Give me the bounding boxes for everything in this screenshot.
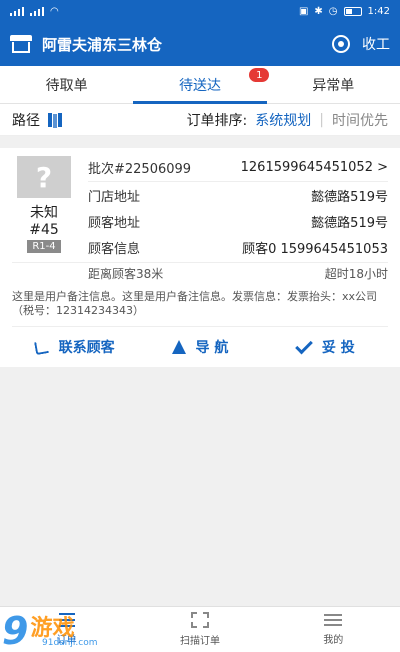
tab-pending-delivery[interactable]: 待送达 1	[133, 66, 270, 104]
sort-system-plan[interactable]: 系统规划	[255, 110, 311, 130]
order-meta: 距离顾客38米 超时18小时	[12, 262, 388, 288]
route-toggle[interactable]: 路径	[12, 110, 62, 130]
customer-info-value: 顾客0 1599645451053	[242, 241, 388, 257]
order-info: 批次#22506099 1261599645451052 > 门店地址 懿德路5…	[88, 156, 388, 260]
scan-icon	[190, 612, 209, 628]
signal-icon	[10, 6, 24, 16]
wifi-icon: ◠	[50, 5, 59, 17]
nav-scan-label: 扫描订单	[179, 636, 220, 647]
nav-me-label: 我的	[323, 635, 344, 646]
deliver-label: 妥 投	[321, 340, 355, 356]
shelf-tag: R1-4	[27, 240, 61, 253]
filter-bar: 路径 订单排序: 系统规划 | 时间优先	[0, 104, 400, 136]
bluetooth-icon: ✱	[314, 5, 323, 17]
map-icon	[48, 112, 62, 128]
tab-label: 异常单	[312, 77, 355, 94]
tab-pending-pickup[interactable]: 待取单	[0, 66, 133, 103]
tab-label: 待送达	[178, 77, 221, 94]
order-avatar-block: ? 未知 #45 R1-4	[16, 156, 72, 260]
route-label: 路径	[12, 112, 40, 129]
tab-exception[interactable]: 异常单	[267, 66, 400, 103]
settings-sliders-icon	[324, 613, 343, 627]
nav-scan[interactable]: 扫描订单	[133, 607, 266, 652]
navigation-arrow-icon	[171, 340, 186, 354]
alarm-icon: ◷	[328, 5, 338, 17]
sort-options: 订单排序: 系统规划 | 时间优先	[187, 110, 388, 130]
order-number: #45	[29, 222, 59, 238]
customer-info-row: 顾客信息 顾客0 1599645451053	[88, 234, 388, 260]
customer-address-label: 顾客地址	[88, 215, 141, 231]
sort-time-first[interactable]: 时间优先	[332, 110, 388, 130]
contact-customer-button[interactable]: 联系顾客	[12, 337, 137, 357]
site-watermark: 9 游戏 91danji.com	[2, 609, 97, 652]
status-bar: ◠ ▣ ✱ ◷ 1:42	[0, 0, 400, 22]
order-card[interactable]: ? 未知 #45 R1-4 批次#22506099 12615996454510…	[0, 148, 400, 367]
store-address-row: 门店地址 懿德路519号	[88, 182, 388, 208]
customer-address-value: 懿德路519号	[311, 215, 388, 231]
status-right: ▣ ✱ ◷ 1:42	[299, 6, 390, 17]
navigate-label: 导 航	[195, 340, 229, 356]
phone-icon	[33, 338, 50, 356]
navigate-button[interactable]: 导 航	[137, 337, 262, 357]
battery-icon	[343, 6, 362, 16]
spacer	[0, 136, 400, 148]
order-actions: 联系顾客 导 航 妥 投	[12, 327, 388, 367]
store-address-label: 门店地址	[88, 189, 141, 205]
store-address-value: 懿德路519号	[311, 189, 388, 205]
app-header: 阿雷夫浦东三林仓 收工	[0, 22, 400, 66]
contact-label: 联系顾客	[58, 340, 115, 356]
customer-address-row: 顾客地址 懿德路519号	[88, 208, 388, 234]
batch-id: 1261599645451052 >	[240, 160, 388, 175]
distance-text: 距离顾客38米	[88, 267, 164, 281]
customer-info-label: 顾客信息	[88, 241, 141, 257]
logout-button[interactable]: 收工	[362, 34, 390, 54]
check-icon	[295, 336, 313, 354]
nfc-icon: ▣	[298, 5, 309, 17]
order-status: 未知	[30, 205, 58, 221]
sort-label: 订单排序:	[186, 112, 248, 129]
location-target-icon[interactable]	[332, 35, 350, 53]
signal-icon-2	[30, 6, 44, 16]
page-title: 阿雷夫浦东三林仓	[42, 35, 163, 54]
order-remark: 这里是用户备注信息。这里是用户备注信息。发票信息：发票抬头：xx公司（税号：12…	[12, 288, 388, 327]
status-time: 1:42	[367, 5, 390, 17]
status-signals: ◠	[10, 6, 59, 17]
batch-row[interactable]: 批次#22506099 1261599645451052 >	[88, 156, 388, 182]
sort-divider: |	[319, 111, 324, 128]
unknown-placeholder-icon: ?	[17, 156, 71, 198]
store-icon	[10, 35, 32, 53]
timeout-text: 超时18小时	[324, 267, 388, 281]
order-tabs: 待取单 待送达 1 异常单	[0, 66, 400, 104]
watermark-url: 91danji.com	[42, 638, 98, 648]
tab-label: 待取单	[45, 77, 88, 94]
batch-label: 批次#22506099	[88, 162, 192, 177]
order-card-top: ? 未知 #45 R1-4 批次#22506099 12615996454510…	[12, 148, 388, 260]
nav-me[interactable]: 我的	[267, 607, 400, 652]
deliver-button[interactable]: 妥 投	[263, 336, 388, 357]
watermark-logo: 9	[2, 609, 29, 652]
